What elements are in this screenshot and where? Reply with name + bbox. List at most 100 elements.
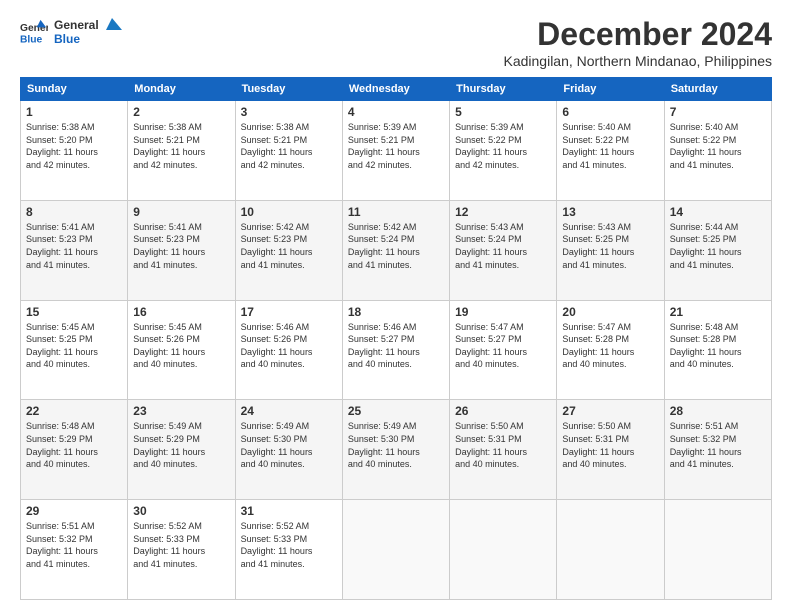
header: General Blue General Blue December 2024 … [20, 16, 772, 69]
col-friday: Friday [557, 78, 664, 101]
day-info: Sunrise: 5:42 AMSunset: 5:23 PMDaylight:… [241, 221, 337, 271]
table-row: 4Sunrise: 5:39 AMSunset: 5:21 PMDaylight… [342, 101, 449, 201]
day-number: 6 [562, 105, 658, 119]
day-info: Sunrise: 5:50 AMSunset: 5:31 PMDaylight:… [455, 420, 551, 470]
day-info: Sunrise: 5:38 AMSunset: 5:21 PMDaylight:… [241, 121, 337, 171]
main-title: December 2024 [503, 16, 772, 53]
day-info: Sunrise: 5:40 AMSunset: 5:22 PMDaylight:… [670, 121, 766, 171]
day-info: Sunrise: 5:52 AMSunset: 5:33 PMDaylight:… [133, 520, 229, 570]
day-number: 31 [241, 504, 337, 518]
day-info: Sunrise: 5:49 AMSunset: 5:29 PMDaylight:… [133, 420, 229, 470]
table-row: 21Sunrise: 5:48 AMSunset: 5:28 PMDayligh… [664, 300, 771, 400]
table-row: 17 Sunrise: 5:46 AMSunset: 5:26 PMDayligh… [235, 300, 342, 400]
day-number: 5 [455, 105, 551, 119]
day-info: Sunrise: 5:39 AMSunset: 5:21 PMDaylight:… [348, 121, 444, 171]
day-info: Sunrise: 5:52 AMSunset: 5:33 PMDaylight:… [241, 520, 337, 570]
day-number: 2 [133, 105, 229, 119]
table-row: 5 Sunrise: 5:39 AMSunset: 5:22 PMDaylight… [450, 101, 557, 201]
table-row: 3Sunrise: 5:38 AMSunset: 5:21 PMDaylight… [235, 101, 342, 201]
day-info: Sunrise: 5:51 AMSunset: 5:32 PMDaylight:… [670, 420, 766, 470]
logo: General Blue General Blue [20, 16, 124, 48]
table-row [342, 500, 449, 600]
table-row: 28Sunrise: 5:51 AMSunset: 5:32 PMDayligh… [664, 400, 771, 500]
day-info: Sunrise: 5:45 AMSunset: 5:26 PMDaylight:… [133, 321, 229, 371]
day-info: Sunrise: 5:51 AMSunset: 5:32 PMDaylight:… [26, 520, 122, 570]
table-row: 26 Sunrise: 5:50 AMSunset: 5:31 PMDayligh… [450, 400, 557, 500]
col-sunday: Sunday [21, 78, 128, 101]
calendar-week-2: 8Sunrise: 5:41 AMSunset: 5:23 PMDaylight… [21, 200, 772, 300]
table-row: 6Sunrise: 5:40 AMSunset: 5:22 PMDaylight… [557, 101, 664, 201]
table-row: 13 Sunrise: 5:43 AMSunset: 5:25 PMDayligh… [557, 200, 664, 300]
day-info: Sunrise: 5:42 AMSunset: 5:24 PMDaylight:… [348, 221, 444, 271]
day-number: 21 [670, 305, 766, 319]
day-number: 29 [26, 504, 122, 518]
day-number: 13 [562, 205, 658, 219]
day-info: Sunrise: 5:38 AMSunset: 5:21 PMDaylight:… [133, 121, 229, 171]
table-row: 8Sunrise: 5:41 AMSunset: 5:23 PMDaylight… [21, 200, 128, 300]
day-number: 26 [455, 404, 551, 418]
day-number: 16 [133, 305, 229, 319]
day-number: 12 [455, 205, 551, 219]
day-number: 24 [241, 404, 337, 418]
day-info: Sunrise: 5:48 AMSunset: 5:29 PMDaylight:… [26, 420, 122, 470]
table-row: 15 Sunrise: 5:45 AMSunset: 5:25 PMDayligh… [21, 300, 128, 400]
day-number: 25 [348, 404, 444, 418]
table-row: 30 Sunrise: 5:52 AMSunset: 5:33 PMDayligh… [128, 500, 235, 600]
title-block: December 2024 Kadingilan, Northern Minda… [503, 16, 772, 69]
day-number: 30 [133, 504, 229, 518]
table-row: 22 Sunrise: 5:48 AMSunset: 5:29 PMDayligh… [21, 400, 128, 500]
col-saturday: Saturday [664, 78, 771, 101]
day-info: Sunrise: 5:50 AMSunset: 5:31 PMDaylight:… [562, 420, 658, 470]
day-info: Sunrise: 5:45 AMSunset: 5:25 PMDaylight:… [26, 321, 122, 371]
svg-text:General: General [54, 18, 99, 32]
day-info: Sunrise: 5:49 AMSunset: 5:30 PMDaylight:… [348, 420, 444, 470]
day-info: Sunrise: 5:41 AMSunset: 5:23 PMDaylight:… [26, 221, 122, 271]
table-row: 16 Sunrise: 5:45 AMSunset: 5:26 PMDayligh… [128, 300, 235, 400]
day-number: 17 [241, 305, 337, 319]
svg-text:Blue: Blue [20, 34, 43, 45]
table-row: 2 Sunrise: 5:38 AMSunset: 5:21 PMDaylight… [128, 101, 235, 201]
col-thursday: Thursday [450, 78, 557, 101]
day-number: 7 [670, 105, 766, 119]
svg-text:Blue: Blue [54, 32, 80, 46]
table-row: 25 Sunrise: 5:49 AMSunset: 5:30 PMDayligh… [342, 400, 449, 500]
table-row: 19Sunrise: 5:47 AMSunset: 5:27 PMDayligh… [450, 300, 557, 400]
day-info: Sunrise: 5:46 AMSunset: 5:26 PMDaylight:… [241, 321, 337, 371]
table-row: 9Sunrise: 5:41 AMSunset: 5:23 PMDaylight… [128, 200, 235, 300]
logo-icon: General Blue [20, 18, 48, 46]
day-number: 1 [26, 105, 122, 119]
calendar-week-1: 1 Sunrise: 5:38 AMSunset: 5:20 PMDaylight… [21, 101, 772, 201]
day-number: 14 [670, 205, 766, 219]
day-info: Sunrise: 5:39 AMSunset: 5:22 PMDaylight:… [455, 121, 551, 171]
day-number: 22 [26, 404, 122, 418]
table-row: 27 Sunrise: 5:50 AMSunset: 5:31 PMDayligh… [557, 400, 664, 500]
day-info: Sunrise: 5:47 AMSunset: 5:27 PMDaylight:… [455, 321, 551, 371]
table-row: 18Sunrise: 5:46 AMSunset: 5:27 PMDayligh… [342, 300, 449, 400]
day-info: Sunrise: 5:49 AMSunset: 5:30 PMDaylight:… [241, 420, 337, 470]
table-row: 24 Sunrise: 5:49 AMSunset: 5:30 PMDayligh… [235, 400, 342, 500]
day-number: 27 [562, 404, 658, 418]
day-number: 20 [562, 305, 658, 319]
table-row: 12 Sunrise: 5:43 AMSunset: 5:24 PMDayligh… [450, 200, 557, 300]
table-row: 20Sunrise: 5:47 AMSunset: 5:28 PMDayligh… [557, 300, 664, 400]
day-info: Sunrise: 5:43 AMSunset: 5:24 PMDaylight:… [455, 221, 551, 271]
calendar-week-5: 29 Sunrise: 5:51 AMSunset: 5:32 PMDayligh… [21, 500, 772, 600]
col-wednesday: Wednesday [342, 78, 449, 101]
subtitle: Kadingilan, Northern Mindanao, Philippin… [503, 53, 772, 69]
table-row [450, 500, 557, 600]
day-number: 18 [348, 305, 444, 319]
col-tuesday: Tuesday [235, 78, 342, 101]
table-row [557, 500, 664, 600]
table-row: 14 Sunrise: 5:44 AMSunset: 5:25 PMDayligh… [664, 200, 771, 300]
day-info: Sunrise: 5:38 AMSunset: 5:20 PMDaylight:… [26, 121, 122, 171]
page: General Blue General Blue December 2024 … [0, 0, 792, 612]
day-info: Sunrise: 5:43 AMSunset: 5:25 PMDaylight:… [562, 221, 658, 271]
col-monday: Monday [128, 78, 235, 101]
day-number: 15 [26, 305, 122, 319]
calendar-week-4: 22 Sunrise: 5:48 AMSunset: 5:29 PMDayligh… [21, 400, 772, 500]
calendar-header-row: Sunday Monday Tuesday Wednesday Thursday… [21, 78, 772, 101]
day-number: 23 [133, 404, 229, 418]
table-row: 1 Sunrise: 5:38 AMSunset: 5:20 PMDaylight… [21, 101, 128, 201]
table-row: 10Sunrise: 5:42 AMSunset: 5:23 PMDayligh… [235, 200, 342, 300]
day-info: Sunrise: 5:44 AMSunset: 5:25 PMDaylight:… [670, 221, 766, 271]
